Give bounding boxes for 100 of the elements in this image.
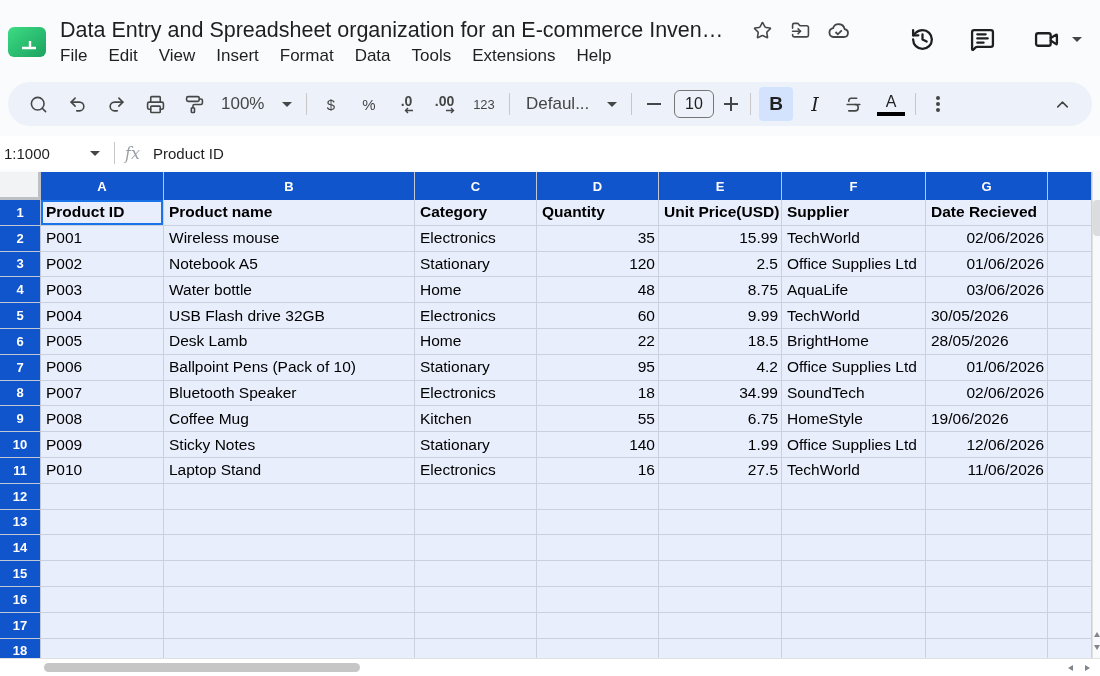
- document-title[interactable]: Data Entry and Spreadsheet organization for an E-commerce Inven…: [60, 17, 724, 43]
- column-header[interactable]: F: [782, 172, 926, 200]
- table-cell[interactable]: [415, 483, 537, 510]
- table-cell[interactable]: 15.99: [659, 225, 782, 252]
- table-cell[interactable]: P007: [41, 380, 164, 407]
- table-cell[interactable]: Office Supplies Ltd: [782, 354, 926, 381]
- table-cell[interactable]: [1048, 432, 1092, 458]
- row-header[interactable]: 16: [0, 586, 41, 613]
- table-cell[interactable]: [1048, 586, 1092, 613]
- menu-item[interactable]: File: [53, 44, 95, 68]
- table-cell[interactable]: [659, 612, 782, 639]
- table-cell[interactable]: AquaLife: [782, 277, 926, 304]
- table-cell[interactable]: Supplier: [782, 200, 926, 226]
- table-cell[interactable]: [164, 561, 415, 587]
- table-cell[interactable]: [1048, 483, 1092, 510]
- table-cell[interactable]: 02/06/2026: [926, 225, 1048, 252]
- table-cell[interactable]: Electronics: [415, 225, 537, 252]
- table-cell[interactable]: [782, 638, 926, 658]
- table-cell[interactable]: P003: [41, 277, 164, 304]
- table-cell[interactable]: [659, 561, 782, 587]
- table-cell[interactable]: 34.99: [659, 380, 782, 407]
- number-format-button[interactable]: 123: [467, 87, 501, 121]
- table-cell[interactable]: Sticky Notes: [164, 432, 415, 458]
- table-cell[interactable]: 18.5: [659, 329, 782, 355]
- table-cell[interactable]: 01/06/2026: [926, 251, 1048, 278]
- table-cell[interactable]: [659, 535, 782, 562]
- table-cell[interactable]: Quantity: [537, 200, 659, 226]
- row-header[interactable]: 15: [0, 561, 41, 587]
- table-cell[interactable]: [415, 561, 537, 587]
- menu-item[interactable]: Insert: [209, 44, 266, 68]
- table-cell[interactable]: [782, 483, 926, 510]
- table-cell[interactable]: [659, 509, 782, 536]
- column-header[interactable]: B: [164, 172, 415, 200]
- table-cell[interactable]: 4.2: [659, 354, 782, 381]
- font-dropdown[interactable]: Defaul...: [518, 87, 623, 121]
- table-cell[interactable]: [1048, 200, 1092, 226]
- table-cell[interactable]: Electronics: [415, 303, 537, 329]
- table-cell[interactable]: 18: [537, 380, 659, 407]
- table-cell[interactable]: [926, 509, 1048, 536]
- table-cell[interactable]: [1048, 535, 1092, 562]
- table-cell[interactable]: Water bottle: [164, 277, 415, 304]
- increase-decimal-button[interactable]: .00: [429, 87, 461, 121]
- row-header[interactable]: 11: [0, 457, 41, 484]
- row-header[interactable]: 6: [0, 329, 41, 355]
- table-cell[interactable]: [659, 586, 782, 613]
- table-cell[interactable]: [926, 535, 1048, 562]
- table-cell[interactable]: Category: [415, 200, 537, 226]
- table-cell[interactable]: SoundTech: [782, 380, 926, 407]
- table-cell[interactable]: 11/06/2026: [926, 457, 1048, 484]
- table-cell[interactable]: [1048, 225, 1092, 252]
- table-cell[interactable]: P008: [41, 406, 164, 433]
- table-cell[interactable]: TechWorld: [782, 457, 926, 484]
- table-cell[interactable]: [782, 612, 926, 639]
- table-cell[interactable]: TechWorld: [782, 303, 926, 329]
- table-cell[interactable]: Unit Price(USD): [659, 200, 782, 226]
- zoom-dropdown[interactable]: 100%: [217, 87, 298, 121]
- menu-item[interactable]: Help: [569, 44, 619, 68]
- table-cell[interactable]: [537, 561, 659, 587]
- table-cell[interactable]: [537, 638, 659, 658]
- table-cell[interactable]: [41, 535, 164, 562]
- table-cell[interactable]: Notebook A5: [164, 251, 415, 278]
- column-header[interactable]: G: [926, 172, 1048, 200]
- table-cell[interactable]: [926, 561, 1048, 587]
- table-cell[interactable]: BrightHome: [782, 329, 926, 355]
- table-cell[interactable]: [1048, 406, 1092, 433]
- table-cell[interactable]: 16: [537, 457, 659, 484]
- table-cell[interactable]: [537, 535, 659, 562]
- row-header[interactable]: 2: [0, 225, 41, 252]
- formula-input[interactable]: Product ID: [153, 139, 1100, 167]
- table-cell[interactable]: 03/06/2026: [926, 277, 1048, 304]
- italic-button[interactable]: I: [799, 87, 831, 121]
- table-cell[interactable]: 48: [537, 277, 659, 304]
- font-size-field[interactable]: 10: [674, 90, 714, 118]
- table-cell[interactable]: [41, 612, 164, 639]
- table-cell[interactable]: Date Recieved: [926, 200, 1048, 226]
- table-cell[interactable]: [415, 586, 537, 613]
- horizontal-scrollbar[interactable]: [0, 658, 1100, 676]
- select-all-button[interactable]: [0, 172, 41, 200]
- table-cell[interactable]: 6.75: [659, 406, 782, 433]
- table-cell[interactable]: [782, 509, 926, 536]
- row-header[interactable]: 1: [0, 200, 41, 226]
- table-cell[interactable]: [415, 535, 537, 562]
- table-cell[interactable]: 55: [537, 406, 659, 433]
- table-cell[interactable]: 30/05/2026: [926, 303, 1048, 329]
- table-cell[interactable]: 1.99: [659, 432, 782, 458]
- table-cell[interactable]: P010: [41, 457, 164, 484]
- table-cell[interactable]: P002: [41, 251, 164, 278]
- column-header[interactable]: A: [41, 172, 164, 200]
- table-cell[interactable]: [1048, 354, 1092, 381]
- table-cell[interactable]: Coffee Mug: [164, 406, 415, 433]
- table-cell[interactable]: Kitchen: [415, 406, 537, 433]
- column-header[interactable]: C: [415, 172, 537, 200]
- row-header[interactable]: 5: [0, 303, 41, 329]
- scrollbar-thumb[interactable]: [1093, 200, 1100, 236]
- decrease-decimal-button[interactable]: .0: [391, 87, 423, 121]
- table-cell[interactable]: [926, 586, 1048, 613]
- table-cell[interactable]: USB Flash drive 32GB: [164, 303, 415, 329]
- table-cell[interactable]: [537, 509, 659, 536]
- table-cell[interactable]: [1048, 303, 1092, 329]
- currency-button[interactable]: $: [315, 87, 347, 121]
